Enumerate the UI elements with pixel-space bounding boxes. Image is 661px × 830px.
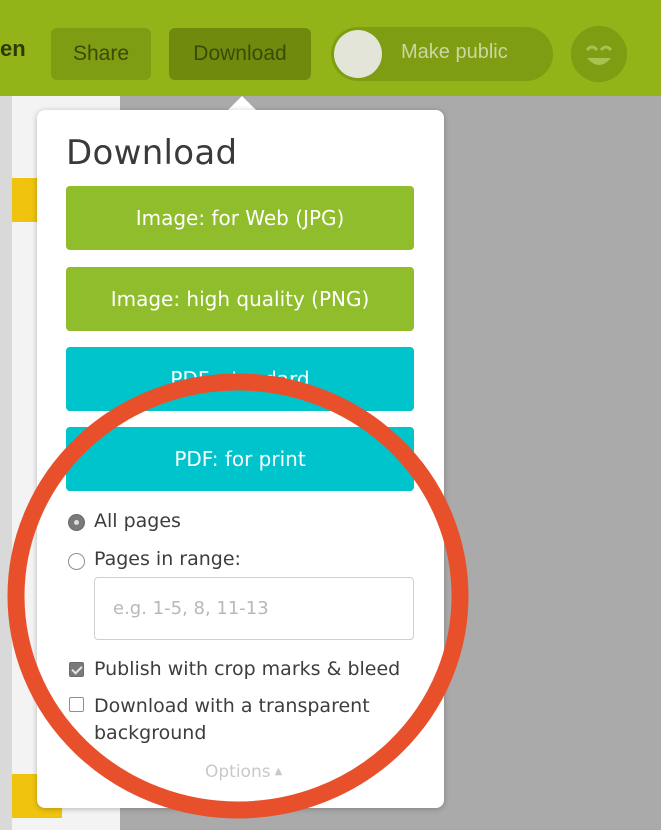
- make-public-label: Make public: [401, 41, 508, 63]
- transparent-background-label: Download with a transparent background: [94, 695, 370, 744]
- toggle-knob: [334, 30, 382, 78]
- crop-marks-label: Publish with crop marks & bleed: [94, 658, 401, 680]
- download-button[interactable]: Download: [169, 28, 311, 80]
- download-png-button[interactable]: Image: high quality (PNG): [66, 267, 414, 331]
- pages-in-range-label: Pages in range:: [94, 548, 241, 570]
- all-pages-label: All pages: [94, 510, 181, 532]
- pages-in-range-radio[interactable]: [68, 553, 85, 570]
- caret-up-icon: ▲: [274, 766, 283, 777]
- top-toolbar: en Share Download Make public: [0, 0, 661, 96]
- avatar[interactable]: [571, 26, 627, 82]
- toolbar-edge-text: en: [0, 36, 26, 61]
- popover-caret: [228, 96, 256, 110]
- options-label: Options: [205, 762, 271, 782]
- crop-marks-checkbox[interactable]: [69, 662, 84, 677]
- download-pdf-print-button[interactable]: PDF: for print: [66, 427, 414, 491]
- make-public-toggle[interactable]: Make public: [331, 27, 553, 81]
- options-toggle[interactable]: Options ▲: [205, 762, 282, 782]
- download-jpg-button[interactable]: Image: for Web (JPG): [66, 186, 414, 250]
- share-button[interactable]: Share: [51, 28, 151, 80]
- page-range-input[interactable]: [94, 577, 414, 640]
- smiley-avatar-icon: [571, 26, 627, 82]
- all-pages-radio[interactable]: [68, 514, 85, 531]
- transparent-background-checkbox[interactable]: [69, 697, 84, 712]
- panel-title: Download: [66, 133, 238, 173]
- download-pdf-standard-button[interactable]: PDF: standard: [66, 347, 414, 411]
